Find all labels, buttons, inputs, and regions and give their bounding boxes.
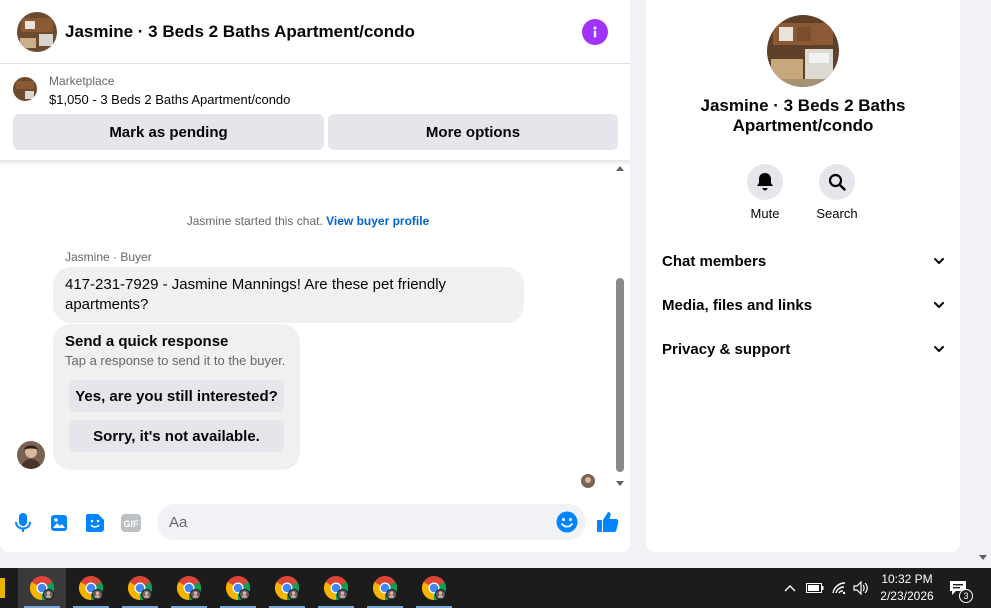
taskbar-chrome-app-8[interactable] bbox=[361, 568, 409, 608]
mute-label: Mute bbox=[750, 206, 780, 221]
taskbar-chrome-app-4[interactable] bbox=[165, 568, 213, 608]
conversation-title: Jasmine · 3 Beds 2 Baths Apartment/condo bbox=[700, 96, 906, 135]
section-privacy-support[interactable]: Privacy & support bbox=[662, 339, 944, 359]
info-icon[interactable] bbox=[582, 18, 608, 45]
sticker-icon[interactable] bbox=[84, 512, 106, 534]
section-label: Privacy & support bbox=[662, 340, 791, 358]
mark-as-pending-button[interactable]: Mark as pending bbox=[13, 114, 324, 150]
system-message: Jasmine started this chat. View buyer pr… bbox=[0, 214, 616, 228]
conversation-info-panel: Jasmine · 3 Beds 2 Baths Apartment/condo… bbox=[646, 0, 960, 552]
chrome-icon bbox=[372, 575, 398, 601]
scroll-up-arrow-icon[interactable] bbox=[616, 166, 624, 171]
quick-response-subtitle: Tap a response to send it to the buyer. bbox=[65, 353, 286, 368]
listing-avatar[interactable] bbox=[17, 11, 57, 52]
more-options-button[interactable]: More options bbox=[328, 114, 618, 150]
system-message-text: Jasmine started this chat. bbox=[186, 214, 323, 228]
taskbar-chrome-app-9[interactable] bbox=[410, 568, 458, 608]
search-label: Search bbox=[816, 206, 858, 221]
chrome-icon bbox=[274, 575, 300, 601]
microphone-icon[interactable] bbox=[12, 512, 34, 534]
scroll-down-arrow-icon[interactable] bbox=[616, 481, 624, 486]
chrome-icon bbox=[78, 575, 104, 601]
battery-icon[interactable] bbox=[804, 568, 826, 608]
chrome-icon bbox=[323, 575, 349, 601]
quick-response-still-interested[interactable]: Yes, are you still interested? bbox=[69, 380, 284, 412]
mute-action[interactable]: Mute bbox=[735, 164, 795, 221]
file-explorer-edge-icon[interactable] bbox=[0, 578, 5, 598]
taskbar-chrome-app-7[interactable] bbox=[312, 568, 360, 608]
chrome-icon bbox=[176, 575, 202, 601]
chrome-icon bbox=[421, 575, 447, 601]
listing-price: $1,050 - 3 Beds 2 Baths Apartment/condo bbox=[49, 92, 291, 107]
volume-icon[interactable] bbox=[851, 568, 871, 608]
message-composer: GIF bbox=[0, 496, 630, 548]
listing-actions: Mark as pending More options bbox=[0, 112, 630, 150]
gif-icon[interactable]: GIF bbox=[120, 512, 142, 534]
taskbar-chrome-app-1[interactable] bbox=[18, 568, 66, 608]
scrollbar-thumb[interactable] bbox=[616, 278, 624, 472]
taskbar-chrome-app-6[interactable] bbox=[263, 568, 311, 608]
windows-taskbar: 10:32 PM 2/23/2026 3 bbox=[0, 568, 991, 608]
bell-icon[interactable] bbox=[747, 164, 783, 200]
chevron-down-icon bbox=[934, 346, 944, 352]
section-media-files-links[interactable]: Media, files and links bbox=[662, 295, 944, 315]
chat-title: Jasmine · 3 Beds 2 Baths Apartment/condo bbox=[65, 21, 415, 41]
listing-thumbnail bbox=[13, 77, 37, 101]
section-label: Media, files and links bbox=[662, 296, 813, 314]
marketplace-label: Marketplace bbox=[49, 74, 115, 88]
view-buyer-profile-link[interactable]: View buyer profile bbox=[326, 214, 429, 228]
wifi-icon[interactable] bbox=[828, 568, 850, 608]
chrome-icon bbox=[127, 575, 153, 601]
listing-row[interactable]: Marketplace $1,050 - 3 Beds 2 Baths Apar… bbox=[0, 64, 630, 112]
taskbar-chrome-app-5[interactable] bbox=[214, 568, 262, 608]
seen-indicator-avatar bbox=[581, 474, 595, 488]
quick-response-title: Send a quick response bbox=[65, 333, 229, 350]
thread-scrollbar[interactable] bbox=[614, 164, 626, 488]
message-bubble[interactable]: 417-231-7929 - Jasmine Mannings! Are the… bbox=[53, 267, 524, 323]
section-label: Chat members bbox=[662, 252, 767, 270]
search-icon[interactable] bbox=[819, 164, 855, 200]
chrome-icon bbox=[29, 575, 55, 601]
taskbar-chrome-app-2[interactable] bbox=[67, 568, 115, 608]
quick-response-card: Send a quick response Tap a response to … bbox=[53, 324, 300, 470]
page-scroll-down-arrow-icon[interactable] bbox=[979, 555, 987, 560]
quick-response-not-available[interactable]: Sorry, it's not available. bbox=[69, 420, 284, 452]
search-action[interactable]: Search bbox=[807, 164, 867, 221]
conversation-avatar[interactable] bbox=[767, 15, 839, 87]
clock-date: 2/23/2026 bbox=[880, 589, 934, 603]
notification-count-badge: 3 bbox=[959, 589, 973, 603]
clock-time: 10:32 PM bbox=[881, 572, 933, 586]
system-clock[interactable]: 10:32 PM 2/23/2026 bbox=[872, 571, 942, 605]
chrome-icon bbox=[225, 575, 251, 601]
taskbar-chrome-app-3[interactable] bbox=[116, 568, 164, 608]
buyer-avatar[interactable] bbox=[17, 441, 45, 469]
thumbs-up-icon[interactable] bbox=[596, 510, 620, 534]
message-input[interactable] bbox=[157, 504, 586, 540]
chevron-down-icon bbox=[934, 302, 944, 308]
show-hidden-icons-chevron-icon[interactable] bbox=[780, 568, 800, 608]
sender-label: Jasmine · Buyer bbox=[65, 250, 152, 264]
gif-label: GIF bbox=[124, 519, 140, 529]
chevron-down-icon bbox=[934, 258, 944, 264]
emoji-icon[interactable] bbox=[556, 511, 578, 533]
chat-header: Jasmine · 3 Beds 2 Baths Apartment/condo bbox=[0, 0, 630, 64]
message-thread: Jasmine started this chat. View buyer pr… bbox=[0, 166, 630, 490]
photo-icon[interactable] bbox=[48, 512, 70, 534]
section-chat-members[interactable]: Chat members bbox=[662, 251, 944, 271]
